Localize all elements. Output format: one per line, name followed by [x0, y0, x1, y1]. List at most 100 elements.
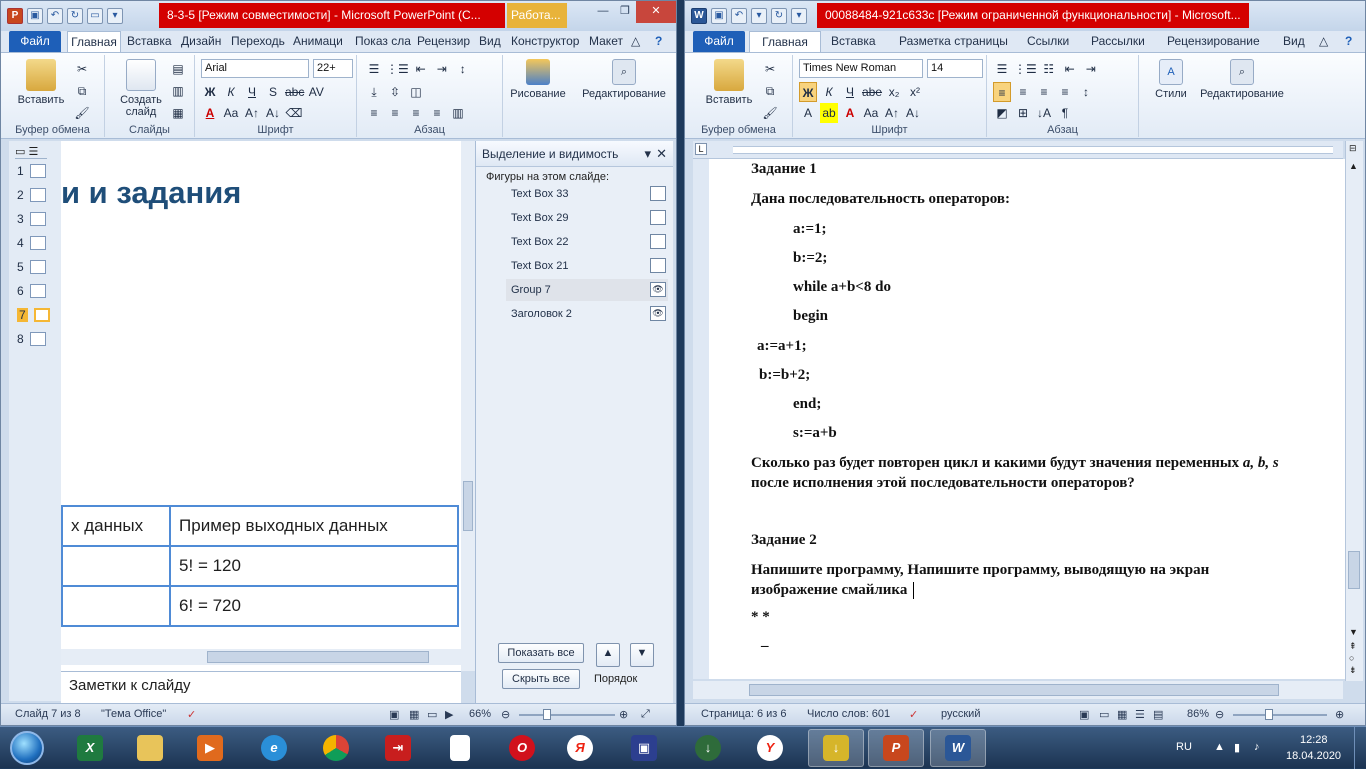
align-right-icon[interactable]: ≡ — [407, 103, 425, 123]
taskbar-app-yellow[interactable]: ↓ — [808, 729, 864, 767]
shape-list-item[interactable]: Заголовок 2 👁 — [506, 303, 668, 325]
hidden-box-icon[interactable] — [650, 258, 666, 273]
doc-question-line1[interactable]: Сколько раз будет повторен цикл и какими… — [751, 455, 1279, 472]
shape-list-item[interactable]: Text Box 21 — [506, 255, 668, 277]
table-cell[interactable]: 6! = 720 — [169, 585, 459, 627]
layout-icon[interactable]: ▤ — [169, 59, 187, 79]
doc-vertical-scrollbar[interactable]: ⊟ ▲ ▼ ⇞ ○ ⇟ — [1345, 141, 1363, 681]
doc-code-line[interactable]: end; — [793, 396, 821, 413]
superscript-icon[interactable]: x² — [906, 82, 924, 102]
document-page[interactable]: Задание 1 Дана последовательность операт… — [709, 159, 1345, 679]
line-spacing-icon[interactable]: ↕ — [454, 59, 472, 79]
zoom-slider[interactable] — [1233, 714, 1327, 716]
doc-code-line[interactable]: a:=1; — [793, 221, 827, 238]
doc-question-line2[interactable]: после исполнения этой последовательности… — [751, 475, 1135, 492]
tab-home[interactable]: Главная — [749, 31, 821, 52]
visible-eye-icon[interactable]: 👁 — [650, 282, 666, 297]
doc-code-line[interactable]: begin — [793, 308, 828, 325]
language-indicator[interactable]: RU — [1176, 741, 1192, 753]
shading-icon[interactable]: ◩ — [993, 103, 1011, 123]
vertical-ruler[interactable] — [693, 159, 709, 679]
copy-icon[interactable]: ⧉ — [73, 81, 91, 101]
taskbar-media-player[interactable]: ▶ — [182, 729, 238, 767]
table-cell[interactable]: х данных — [61, 505, 172, 547]
italic-icon[interactable]: К — [222, 82, 240, 102]
show-marks-icon[interactable]: ¶ — [1056, 103, 1074, 123]
shape-list-item[interactable]: Text Box 29 — [506, 207, 668, 229]
tab-constructor[interactable]: Конструктор — [511, 31, 579, 52]
shadow-icon[interactable]: S — [264, 82, 282, 102]
text-direction-icon[interactable]: ⤓ — [365, 82, 383, 102]
increase-indent-icon[interactable]: ⇥ — [1082, 59, 1100, 79]
hidden-box-icon[interactable] — [650, 210, 666, 225]
draft-view-icon[interactable]: ▤ — [1153, 708, 1163, 721]
underline-icon[interactable]: Ч — [841, 82, 859, 102]
taskbar-powerpoint[interactable]: P — [868, 729, 924, 767]
doc-code-line[interactable]: b:=2; — [793, 250, 827, 267]
doc-code-line[interactable]: s:=a+b — [793, 425, 837, 442]
font-size-select[interactable]: 22+ — [313, 59, 353, 78]
hidden-box-icon[interactable] — [650, 186, 666, 201]
start-button[interactable] — [4, 729, 50, 767]
zoom-out-icon[interactable]: ⊖ — [501, 708, 510, 721]
ruler-toggle-icon[interactable]: ⊟ — [1349, 143, 1357, 154]
network-icon[interactable]: ▮ — [1234, 741, 1240, 754]
print-layout-icon[interactable]: ▣ — [1079, 708, 1089, 721]
underline-icon[interactable]: Ч — [243, 82, 261, 102]
table-cell[interactable] — [61, 545, 172, 587]
tab-links[interactable]: Ссылки — [1027, 31, 1069, 52]
align-right-icon[interactable]: ≡ — [1035, 82, 1053, 102]
grow-font-icon[interactable]: A↑ — [243, 103, 261, 123]
tab-review[interactable]: Рецензирование — [1167, 31, 1260, 52]
clock-time[interactable]: 12:28 — [1300, 734, 1328, 746]
scroll-up-icon[interactable]: ▲ — [1349, 161, 1358, 171]
taskbar-chrome[interactable] — [308, 729, 364, 767]
undo-icon[interactable]: ↶ — [731, 8, 747, 24]
zoom-in-icon[interactable]: ⊕ — [1335, 708, 1344, 721]
shape-list-item[interactable]: Group 7 👁 — [506, 279, 668, 301]
qat-dropdown-icon[interactable]: ▾ — [107, 8, 123, 24]
slide-horizontal-scrollbar[interactable] — [61, 649, 461, 665]
normal-view-icon[interactable]: ▣ — [389, 708, 399, 721]
doc-prompt-line1[interactable]: Напишите программу, Напишите программу, … — [751, 562, 1209, 579]
bold-icon[interactable]: Ж — [799, 82, 817, 102]
font-name-select[interactable]: Arial — [201, 59, 309, 78]
prev-page-icon[interactable]: ⇞ — [1349, 641, 1357, 652]
columns-icon[interactable]: ▥ — [449, 103, 467, 123]
increase-indent-icon[interactable]: ⇥ — [433, 59, 451, 79]
spellcheck-icon[interactable]: ✓ — [187, 708, 196, 721]
undo-icon[interactable]: ↶ — [47, 8, 63, 24]
decrease-indent-icon[interactable]: ⇤ — [1061, 59, 1079, 79]
slide-thumbnail[interactable]: 5 — [17, 257, 61, 277]
spacing-icon[interactable]: AV — [307, 82, 325, 102]
table-cell[interactable]: Пример выходных данных — [169, 505, 459, 547]
show-all-button[interactable]: Показать все — [498, 643, 584, 663]
web-layout-icon[interactable]: ▦ — [1117, 708, 1127, 721]
zoom-slider[interactable] — [519, 714, 615, 716]
hidden-box-icon[interactable] — [650, 234, 666, 249]
clock-date[interactable]: 18.04.2020 — [1286, 750, 1341, 762]
styles-button[interactable]: A Стили — [1151, 59, 1191, 100]
show-desktop-button[interactable] — [1354, 727, 1366, 769]
align-left-icon[interactable]: ≡ — [993, 82, 1011, 102]
section-icon[interactable]: ▦ — [169, 103, 187, 123]
taskbar-word[interactable]: W — [930, 729, 986, 767]
text-effects-icon[interactable]: A — [799, 103, 817, 123]
slideshow-icon[interactable]: ▭ — [87, 8, 103, 24]
align-center-icon[interactable]: ≡ — [386, 103, 404, 123]
decrease-indent-icon[interactable]: ⇤ — [412, 59, 430, 79]
shrink-font-icon[interactable]: A↓ — [904, 103, 922, 123]
strikethrough-icon[interactable]: abe — [862, 82, 882, 102]
browse-object-icon[interactable]: ○ — [1349, 653, 1354, 663]
paste-button[interactable]: Вставить — [11, 59, 71, 106]
table-cell[interactable]: 5! = 120 — [169, 545, 459, 587]
bold-icon[interactable]: Ж — [201, 82, 219, 102]
doc-given-text[interactable]: Дана последовательность операторов: — [751, 191, 1010, 208]
borders-icon[interactable]: ⊞ — [1014, 103, 1032, 123]
cut-icon[interactable]: ✂ — [761, 59, 779, 79]
visible-eye-icon[interactable]: 👁 — [650, 306, 666, 321]
zoom-level[interactable]: 86% — [1187, 708, 1209, 720]
scroll-down-icon[interactable]: ▼ — [1349, 627, 1358, 637]
strikethrough-icon[interactable]: abc — [285, 82, 304, 102]
tab-review[interactable]: Рецензир — [417, 31, 470, 52]
